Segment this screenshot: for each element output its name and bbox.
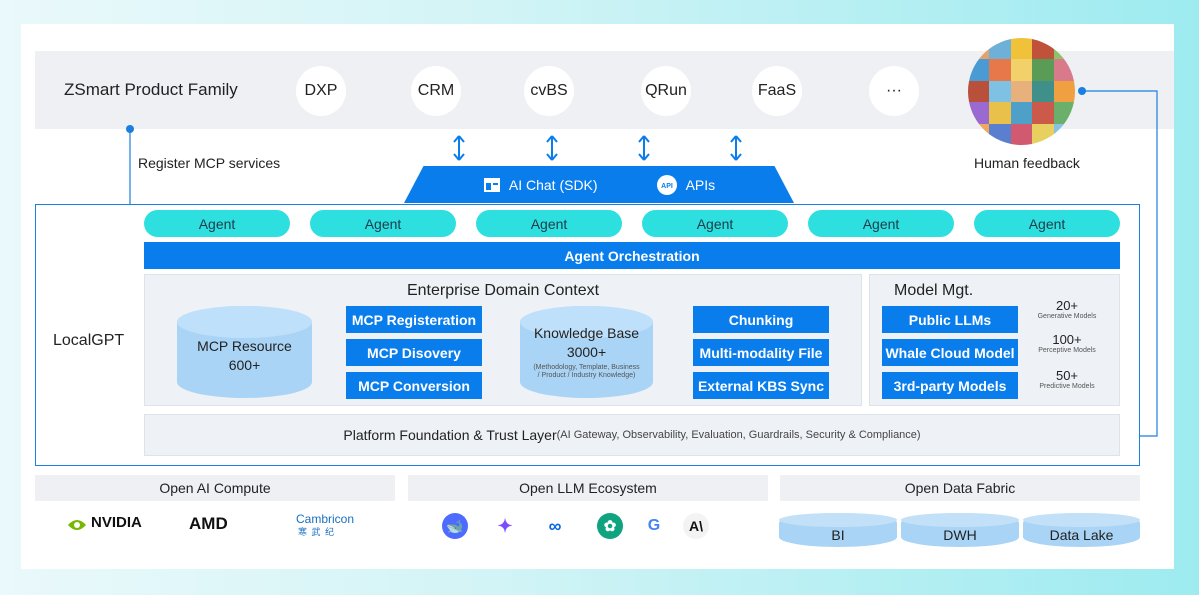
api-badge-text: API bbox=[661, 183, 673, 190]
mcp-resource-cylinder: MCP Resource 600+ bbox=[177, 306, 312, 398]
meta-infinity-icon: ∞ bbox=[542, 513, 568, 539]
bi-store-cylinder: BI bbox=[779, 513, 897, 547]
agent-orchestration-bar: Agent Orchestration bbox=[144, 242, 1120, 269]
api-gear-icon: API bbox=[656, 174, 677, 195]
agent-pill-4: Agent bbox=[642, 210, 788, 237]
knowledge-base-cylinder: Knowledge Base 3000+ (Methodology, Templ… bbox=[520, 306, 653, 398]
agent-pill-6: Agent bbox=[974, 210, 1120, 237]
data-lake-label: Data Lake bbox=[1049, 527, 1114, 543]
deepseek-whale-icon: 🐋 bbox=[442, 513, 468, 539]
platform-foundation-bar: Platform Foundation & Trust Layer (AI Gat… bbox=[144, 414, 1120, 456]
agent-pill-2: Agent bbox=[310, 210, 456, 237]
nvidia-eye-icon bbox=[68, 520, 86, 530]
enterprise-context-title: Enterprise Domain Context bbox=[406, 282, 600, 299]
nvidia-logo: NVIDIA bbox=[91, 514, 142, 531]
mcp-resource-count: 600+ bbox=[228, 357, 261, 373]
knowledge-base-note: (Methodology, Template, Business / Produ… bbox=[533, 364, 640, 379]
mcp-registration-button: MCP Registeration bbox=[346, 306, 482, 333]
foundation-detail: (AI Gateway, Observability, Evaluation, … bbox=[556, 429, 921, 441]
gateway-banner: AI Chat (SDK) API APIs bbox=[404, 166, 794, 203]
model-mgt-title: Model Mgt. bbox=[894, 282, 974, 299]
localgpt-label: LocalGPT bbox=[53, 332, 125, 349]
updown-arrow-3-icon bbox=[638, 135, 650, 161]
chat-window-icon bbox=[483, 177, 500, 192]
google-g-icon: G bbox=[641, 513, 667, 539]
perceptive-models-stat: 100+ Perceptive Models bbox=[1038, 332, 1096, 354]
public-llms-button: Public LLMs bbox=[882, 306, 1018, 333]
openai-icon: ✿ bbox=[597, 513, 623, 539]
foundation-title: Platform Foundation & Trust Layer bbox=[343, 427, 557, 443]
cambricon-logo: Cambricon bbox=[296, 512, 355, 526]
knowledge-base-label: Knowledge Base bbox=[533, 325, 640, 341]
dwh-store-cylinder: DWH bbox=[901, 513, 1019, 547]
open-llm-ecosystem-header: Open LLM Ecosystem bbox=[408, 475, 768, 501]
apis-label: APIs bbox=[685, 176, 716, 193]
knowledge-base-count: 3000+ bbox=[566, 344, 607, 360]
chunking-button: Chunking bbox=[693, 306, 829, 333]
agent-pill-1: Agent bbox=[144, 210, 290, 237]
anthropic-icon: A\ bbox=[683, 513, 709, 539]
generative-models-stat: 20+ Generative Models bbox=[1037, 298, 1097, 320]
mcp-discovery-button: MCP Disovery bbox=[346, 339, 482, 366]
updown-arrow-2-icon bbox=[546, 135, 558, 161]
external-kbs-sync-button: External KBS Sync bbox=[693, 372, 829, 399]
third-party-models-button: 3rd-party Models bbox=[882, 372, 1018, 399]
whale-cloud-model-button: Whale Cloud Model bbox=[882, 339, 1018, 366]
cambricon-chinese-logo: 寒 武 纪 bbox=[298, 527, 336, 537]
mcp-conversion-button: MCP Conversion bbox=[346, 372, 482, 399]
updown-arrow-4-icon bbox=[730, 135, 742, 161]
predictive-models-stat: 50+ Predictive Models bbox=[1039, 368, 1095, 390]
amd-logo: AMD bbox=[189, 514, 228, 533]
open-data-fabric-header: Open Data Fabric bbox=[780, 475, 1140, 501]
ai-chat-label: AI Chat (SDK) bbox=[508, 176, 598, 193]
updown-arrow-1-icon bbox=[453, 135, 465, 161]
agent-pill-3: Agent bbox=[476, 210, 622, 237]
dwh-label: DWH bbox=[943, 527, 977, 543]
mcp-resource-label: MCP Resource bbox=[197, 338, 292, 354]
data-lake-store-cylinder: Data Lake bbox=[1023, 513, 1140, 547]
multi-modality-button: Multi-modality File bbox=[693, 339, 829, 366]
open-ai-compute-header: Open AI Compute bbox=[35, 475, 395, 501]
agent-pill-5: Agent bbox=[808, 210, 954, 237]
bi-label: BI bbox=[831, 527, 845, 543]
qwen-star-icon: ✦ bbox=[492, 513, 518, 539]
